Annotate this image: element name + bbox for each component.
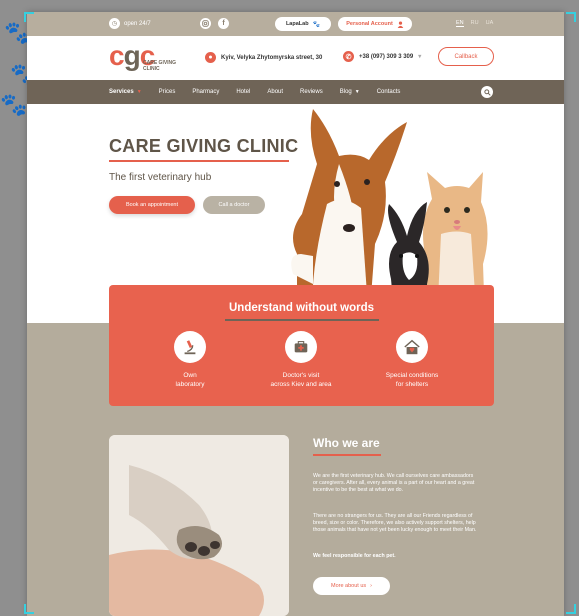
chevron-right-icon: ›: [370, 583, 372, 589]
top-bar: ◷ open 24/7 f LapaLab 🐾 Personal Account…: [27, 12, 564, 36]
chevron-down-icon: ▼: [136, 89, 142, 95]
address-text: Kyiv, Velyka Zhytomyrska street, 30: [221, 54, 323, 61]
features-title: Understand without words: [228, 302, 375, 314]
call-doctor-button[interactable]: Call a doctor: [203, 196, 265, 214]
nav-item-label: Reviews: [300, 89, 323, 95]
language-switcher: EN RU UA: [456, 20, 493, 27]
lang-ua[interactable]: UA: [486, 20, 494, 27]
selection-corner: [566, 604, 576, 614]
feature-laboratory-line1: Own: [183, 372, 197, 379]
feature-shelters-line2: for shelters: [395, 381, 429, 388]
hero-subtitle: The first veterinary hub: [109, 172, 212, 183]
phone-number: +38 (097) 309 3 309: [359, 53, 414, 60]
nav-item-reviews[interactable]: Reviews: [300, 89, 323, 95]
features-underline: [225, 319, 379, 321]
microscope-icon: [174, 331, 206, 363]
paw-print-decoration: 🐾: [0, 92, 28, 117]
instagram-icon[interactable]: [200, 18, 211, 29]
nav-item-about[interactable]: About: [267, 89, 283, 95]
nav-item-blog[interactable]: Blog ▼: [340, 89, 360, 95]
location-pin-icon: ●: [205, 52, 216, 63]
feature-doctor-visit[interactable]: Doctor's visit across Kiev and area: [241, 331, 361, 389]
website-frame: ◷ open 24/7 f LapaLab 🐾 Personal Account…: [27, 12, 564, 616]
personal-account-label: Personal Account: [346, 21, 393, 27]
nav-item-services[interactable]: Services ▼: [109, 89, 142, 95]
open-hours-label: open 24/7: [124, 20, 151, 27]
nav-item-label: About: [267, 89, 284, 95]
medical-case-icon: [285, 331, 317, 363]
social-links: f: [200, 18, 229, 29]
lang-en[interactable]: EN: [456, 20, 464, 27]
who-paragraph-2: There are no strangers for us. They are …: [313, 513, 477, 533]
more-about-us-button[interactable]: More about us ›: [313, 577, 390, 595]
feature-laboratory-line2: laboratory: [175, 381, 205, 388]
main-nav: Services ▼ Prices Pharmacy Hotel About Reviews…: [27, 80, 564, 104]
personal-account-button[interactable]: Personal Account: [338, 17, 412, 31]
who-we-are-underline: [313, 454, 381, 456]
who-we-are-title: Who we are: [313, 436, 380, 450]
nav-item-label: Prices: [158, 89, 176, 95]
feature-doctor-visit-line1: Doctor's visit: [282, 372, 320, 379]
chevron-down-icon: ▼: [354, 89, 360, 95]
who-paragraph-3: We feel responsible for each pet.: [313, 553, 396, 559]
clock-icon: ◷: [109, 18, 120, 29]
who-we-are-photo: [109, 435, 289, 616]
address: ● Kyiv, Velyka Zhytomyrska street, 30: [205, 52, 322, 63]
feature-shelters-line1: Special conditions: [385, 372, 439, 379]
nav-item-pharmacy[interactable]: Pharmacy: [192, 89, 219, 95]
feature-laboratory[interactable]: Own laboratory: [130, 331, 250, 389]
callback-button[interactable]: Callback: [438, 47, 494, 66]
paw-icon: 🐾: [312, 21, 321, 28]
logo-name: CARE GIVING CLINIC: [143, 60, 177, 72]
nav-item-label: Services: [109, 89, 134, 95]
nav-item-label: Hotel: [236, 89, 251, 95]
chevron-down-icon[interactable]: ▾: [418, 53, 421, 60]
selection-corner: [24, 12, 34, 22]
feature-shelters[interactable]: Special conditions for shelters: [352, 331, 472, 389]
nav-item-contacts[interactable]: Contacts: [377, 89, 401, 95]
who-paragraph-1: We are the first veterinary hub. We call…: [313, 473, 475, 493]
selection-corner: [24, 604, 34, 614]
facebook-icon[interactable]: f: [218, 18, 229, 29]
nav-item-prices[interactable]: Prices: [159, 89, 176, 95]
header: cgc CARE GIVING CLINIC ● Kyiv, Velyka Zh…: [27, 36, 564, 80]
phone-icon: ✆: [343, 51, 354, 62]
more-about-us-label: More about us: [330, 583, 367, 589]
selection-corner: [566, 12, 576, 22]
features-card: Understand without words Own laboratory …: [109, 285, 494, 406]
nav-item-hotel[interactable]: Hotel: [236, 89, 250, 95]
lapalab-label: LapaLab: [285, 21, 309, 27]
nav-items: Services ▼ Prices Pharmacy Hotel About Reviews…: [109, 80, 417, 104]
lapalab-button[interactable]: LapaLab 🐾: [275, 17, 331, 31]
phone[interactable]: ✆ +38 (097) 309 3 309 ▾: [343, 51, 421, 62]
feature-doctor-visit-line2: across Kiev and area: [270, 381, 332, 388]
nav-item-label: Blog: [339, 89, 352, 95]
lang-ru[interactable]: RU: [471, 20, 479, 27]
open-hours: ◷ open 24/7: [109, 18, 151, 29]
user-icon: [397, 20, 404, 28]
nav-item-label: Pharmacy: [192, 89, 220, 95]
logo[interactable]: cgc CARE GIVING CLINIC: [109, 40, 189, 76]
search-icon[interactable]: [481, 86, 493, 98]
shelter-house-icon: [396, 331, 428, 363]
book-appointment-button[interactable]: Book an appointment: [109, 196, 195, 214]
nav-item-label: Contacts: [376, 89, 401, 95]
